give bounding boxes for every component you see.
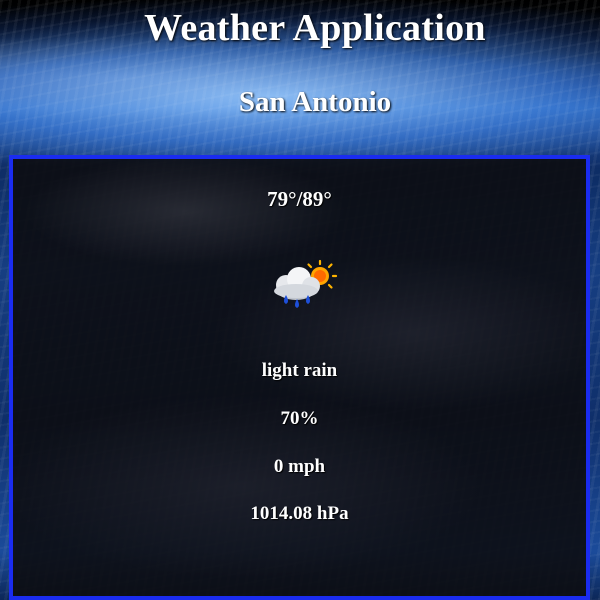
weather-description: light rain: [261, 360, 338, 381]
weather-card: 79°/89° light rain 70% 0 mph 1014.08 hPa: [9, 155, 590, 600]
wind-speed-value: 0 mph: [273, 456, 326, 477]
city-name: San Antonio: [238, 86, 392, 118]
pressure-value: 1014.08 hPa: [250, 503, 349, 524]
cloud-rain-sun-icon: [266, 259, 340, 315]
humidity-value: 70%: [280, 408, 319, 429]
temperature-range: 79°/89°: [267, 187, 332, 211]
page-title: Weather Application: [144, 7, 486, 49]
